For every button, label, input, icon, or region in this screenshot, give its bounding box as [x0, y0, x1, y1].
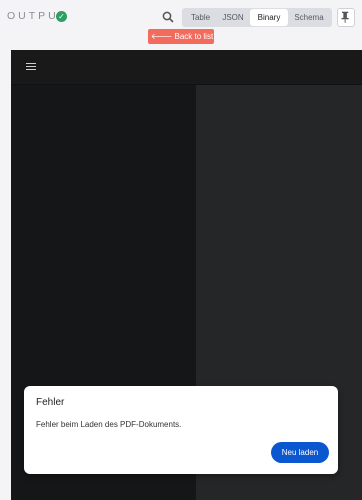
reload-button[interactable]: Neu laden — [271, 442, 329, 463]
back-to-list-button[interactable]: 🡐 Back to list — [148, 29, 214, 44]
check-circle-icon: ✓ — [56, 11, 67, 22]
arrow-left-icon: 🡐 — [150, 32, 173, 41]
back-to-list-label: Back to list — [174, 32, 214, 41]
tab-schema[interactable]: Schema — [290, 9, 328, 26]
tab-json[interactable]: JSON — [217, 9, 249, 26]
tab-binary[interactable]: Binary — [250, 9, 288, 26]
hamburger-menu-icon[interactable] — [26, 63, 36, 71]
viewer-toolbar — [11, 50, 362, 85]
error-dialog: Fehler Fehler beim Laden des PDF-Dokumen… — [24, 386, 338, 474]
tab-table[interactable]: Table — [185, 9, 216, 26]
dialog-message: Fehler beim Laden des PDF-Dokuments. — [36, 420, 182, 429]
view-tabs: Table JSON Binary Schema — [182, 8, 332, 27]
pin-icon — [341, 11, 349, 23]
dialog-title: Fehler — [36, 397, 65, 408]
pin-button[interactable] — [337, 8, 355, 27]
search-icon[interactable] — [162, 11, 174, 23]
